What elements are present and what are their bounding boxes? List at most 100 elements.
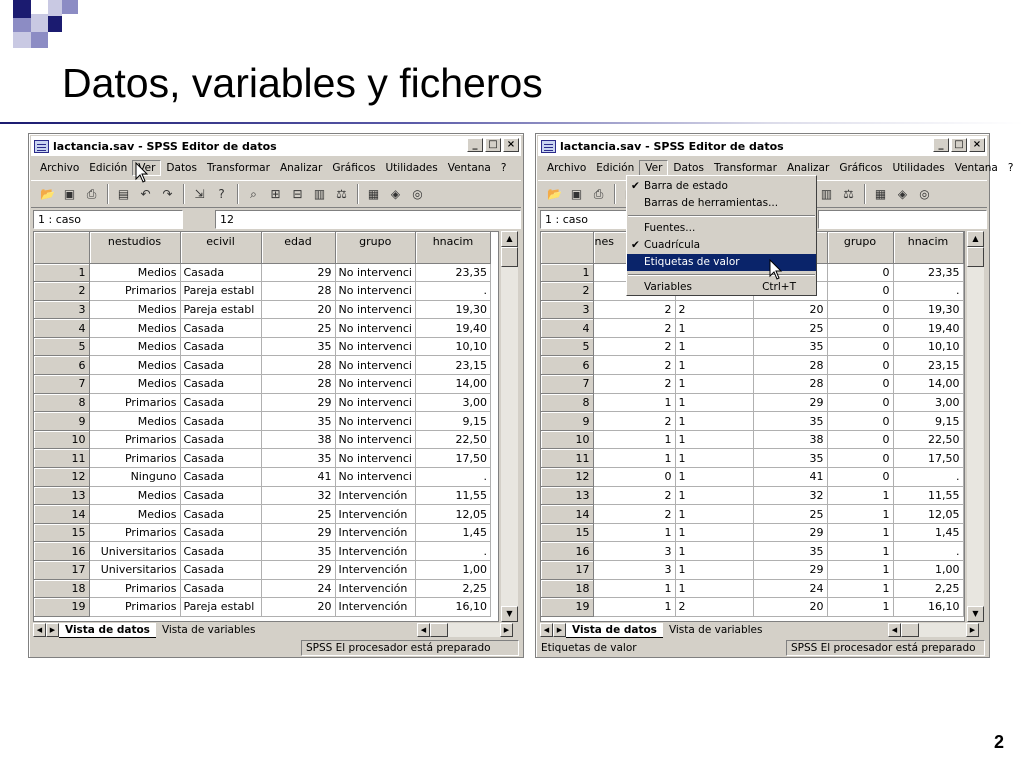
cell-ecivil[interactable]: 1 (675, 374, 754, 394)
cell-nestudios[interactable]: 2 (593, 318, 676, 338)
cell-ecivil[interactable]: Casada (180, 579, 262, 599)
cell-hnacim[interactable]: 1,45 (893, 523, 964, 543)
cell-edad[interactable]: 24 (261, 579, 336, 599)
table-row[interactable]: 14 Medios Casada 25 Intervención 12,05 (34, 504, 491, 524)
menu-archivo[interactable]: Archivo (542, 161, 591, 175)
table-row[interactable]: 13 2 1 32 1 11,55 (541, 486, 964, 506)
horizontal-scrollbar[interactable]: ◀ ▶ (888, 622, 979, 638)
save-icon[interactable]: ▣ (566, 184, 587, 205)
weight-cases-icon[interactable]: ⚖ (331, 184, 352, 205)
cell-grupo[interactable]: 0 (827, 393, 894, 413)
cell-edad[interactable]: 35 (261, 411, 336, 431)
table-row[interactable]: 11 Primarios Casada 35 No intervenci 17,50 (34, 448, 491, 469)
cell-edad[interactable]: 28 (753, 374, 828, 394)
cell-grupo[interactable]: No intervenci (335, 448, 416, 469)
cell-grupo[interactable]: 0 (827, 430, 894, 450)
cell-grupo[interactable]: Intervención (335, 579, 416, 599)
cell-nestudios[interactable]: 2 (593, 411, 676, 431)
value-labels-icon[interactable]: ◈ (385, 184, 406, 205)
tab-variable-view[interactable]: Vista de variables (663, 623, 769, 638)
select-cases-icon[interactable]: ▦ (363, 184, 384, 205)
cell-edad[interactable]: 25 (261, 504, 336, 524)
cell-nestudios[interactable]: 1 (593, 579, 676, 599)
cell-nestudios[interactable]: Medios (89, 411, 181, 431)
table-row[interactable]: 7 Medios Casada 28 No intervenci 14,00 (34, 374, 491, 394)
cell-edad[interactable]: 28 (261, 281, 336, 301)
scroll-thumb[interactable] (967, 247, 984, 267)
cell-grupo[interactable]: No intervenci (335, 337, 416, 357)
table-row[interactable]: 15 1 1 29 1 1,45 (541, 523, 964, 543)
cell-ecivil[interactable]: 1 (675, 411, 754, 431)
cell-ecivil[interactable]: Casada (180, 318, 262, 338)
table-row[interactable]: 3 2 2 20 0 19,30 (541, 300, 964, 320)
table-row[interactable]: 19 1 2 20 1 16,10 (541, 597, 964, 617)
menu-ventana[interactable]: Ventana (950, 161, 1003, 175)
cell-nestudios[interactable]: Medios (89, 486, 181, 506)
next-sheet-arrow-icon[interactable]: ▶ (46, 623, 59, 637)
menu-analizar[interactable]: Analizar (275, 161, 327, 175)
ver-menu-dropdown[interactable]: ✔ Barra de estado Barras de herramientas..… (626, 175, 817, 296)
cell-nestudios[interactable]: Primarios (89, 523, 181, 543)
table-row[interactable]: 8 Primarios Casada 29 No intervenci 3,00 (34, 393, 491, 413)
cell-hnacim[interactable]: 17,50 (415, 448, 491, 469)
next-sheet-arrow-icon[interactable]: ▶ (553, 623, 566, 637)
cell-grupo[interactable]: Intervención (335, 523, 416, 543)
cell-grupo[interactable]: 0 (827, 374, 894, 394)
cell-grupo[interactable]: Intervención (335, 486, 416, 506)
cell-grupo[interactable]: 0 (827, 263, 894, 283)
cell-hnacim[interactable]: . (415, 467, 491, 487)
menu-datos[interactable]: Datos (161, 161, 202, 175)
cell-nestudios[interactable]: Medios (89, 318, 181, 338)
cell-hnacim[interactable]: 19,30 (415, 300, 491, 320)
cell-hnacim[interactable]: . (415, 541, 491, 561)
menu-analizar[interactable]: Analizar (782, 161, 834, 175)
menu-archivo[interactable]: Archivo (35, 161, 84, 175)
cell-edad[interactable]: 28 (753, 355, 828, 376)
cell-edad[interactable]: 38 (753, 430, 828, 450)
close-button[interactable]: × (969, 138, 985, 152)
cell-edad[interactable]: 35 (753, 448, 828, 469)
cell-hnacim[interactable]: 23,15 (893, 355, 964, 376)
scroll-down-arrow-icon[interactable]: ▼ (967, 606, 984, 622)
table-row[interactable]: 9 2 1 35 0 9,15 (541, 411, 964, 431)
table-row[interactable]: 5 2 1 35 0 10,10 (541, 337, 964, 357)
cell-ecivil[interactable]: Pareja establ (180, 597, 262, 617)
value-labels-icon[interactable]: ◈ (892, 184, 913, 205)
cell-hnacim[interactable]: 3,00 (415, 393, 491, 413)
cell-nestudios[interactable]: Universitarios (89, 541, 181, 561)
menu-utilidades[interactable]: Utilidades (380, 161, 442, 175)
cell-nestudios[interactable]: Ninguno (89, 467, 181, 487)
cell-ecivil[interactable]: 1 (675, 467, 754, 487)
cell-edad[interactable]: 35 (753, 337, 828, 357)
cell-hnacim[interactable]: 12,05 (415, 504, 491, 524)
menu-?[interactable]: ? (1003, 161, 1019, 175)
cell-hnacim[interactable]: 10,10 (893, 337, 964, 357)
table-row[interactable]: 6 2 1 28 0 23,15 (541, 355, 964, 376)
cell-ecivil[interactable]: Casada (180, 337, 262, 357)
table-row[interactable]: 18 Primarios Casada 24 Intervención 2,25 (34, 579, 491, 599)
cell-hnacim[interactable]: 19,40 (415, 318, 491, 338)
cell-hnacim[interactable]: 1,45 (415, 523, 491, 543)
cell-edad[interactable]: 32 (261, 486, 336, 506)
print-icon[interactable]: ⎙ (588, 184, 609, 205)
table-row[interactable]: 14 2 1 25 1 12,05 (541, 504, 964, 524)
cell-ecivil[interactable]: 1 (675, 430, 754, 450)
cell-grupo[interactable]: 1 (827, 579, 894, 599)
table-row[interactable]: 4 2 1 25 0 19,40 (541, 318, 964, 338)
cell-edad[interactable]: 25 (753, 318, 828, 338)
maximize-button[interactable]: □ (485, 138, 501, 152)
table-row[interactable]: 16 3 1 35 1. (541, 541, 964, 561)
cell-hnacim[interactable]: 22,50 (893, 430, 964, 450)
cell-ecivil[interactable]: 1 (675, 579, 754, 599)
scroll-up-arrow-icon[interactable]: ▲ (501, 231, 518, 247)
cell-nestudios[interactable]: Primarios (89, 448, 181, 469)
cell-ecivil[interactable]: 1 (675, 393, 754, 413)
cell-nestudios[interactable]: 3 (593, 541, 676, 561)
cell-grupo[interactable]: Intervención (335, 541, 416, 561)
data-grid[interactable]: nestudios ecivil edad grupo hnacim 1 Medios Cas… (33, 231, 499, 622)
cell-ecivil[interactable]: 1 (675, 355, 754, 376)
cell-ecivil[interactable]: Casada (180, 467, 262, 487)
cell-nestudios[interactable]: Medios (89, 504, 181, 524)
minimize-button[interactable]: _ (933, 138, 949, 152)
menu-?[interactable]: ? (496, 161, 512, 175)
